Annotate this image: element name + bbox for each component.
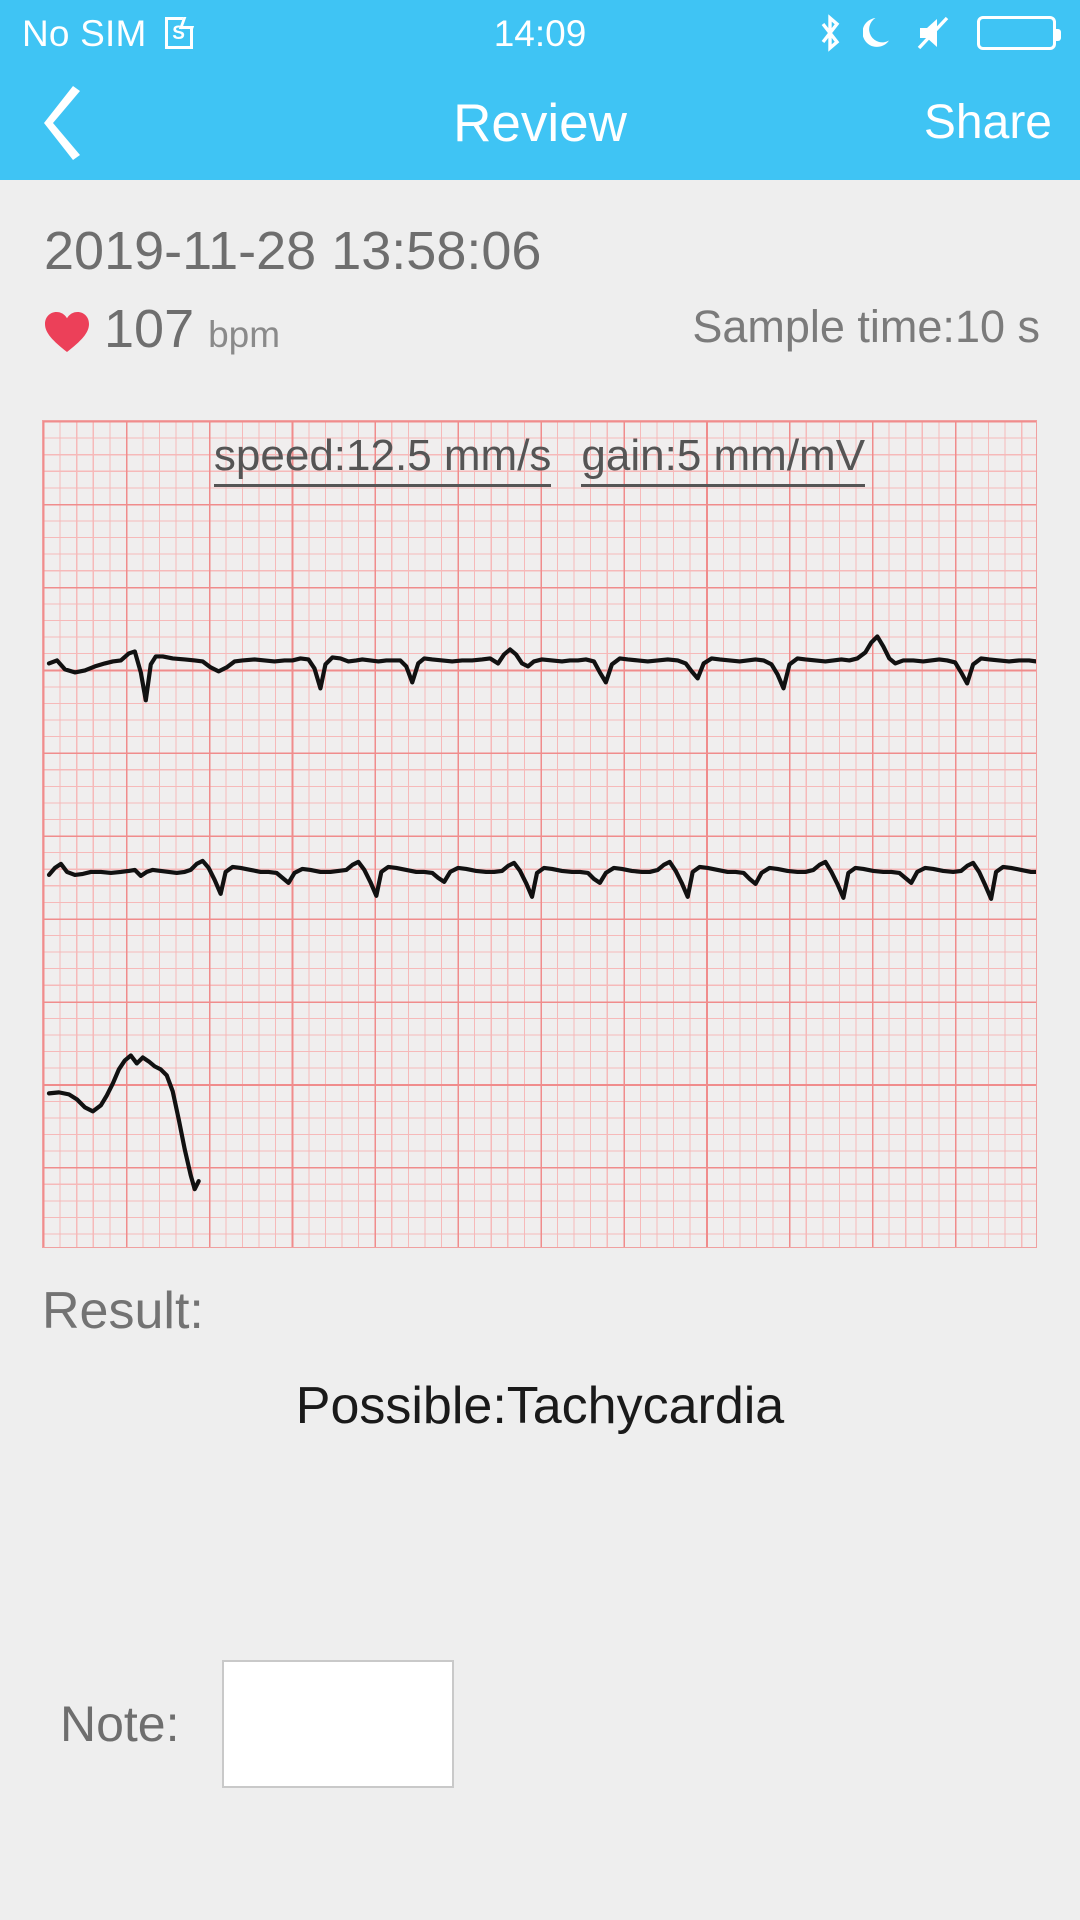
bluetooth-icon — [819, 14, 841, 52]
heart-icon — [44, 311, 90, 353]
ecg-chart[interactable]: speed:12.5 mm/s gain:5 mm/mV — [42, 420, 1037, 1248]
status-bar-clock: 14:09 — [493, 12, 587, 54]
share-button[interactable]: Share — [924, 99, 1052, 147]
nav-bar: Review Share — [0, 66, 1080, 180]
do-not-disturb-icon — [862, 16, 895, 50]
status-bar-right — [720, 14, 1080, 52]
page-title: Review — [453, 93, 627, 153]
mute-icon — [917, 16, 955, 50]
status-bar-left: No SIM S — [0, 15, 360, 52]
sim-card-icon-letter: S — [172, 22, 185, 44]
note-label: Note: — [60, 1696, 180, 1752]
metrics-row: 107 bpm Sample time:10 s — [44, 302, 1040, 358]
note-input[interactable] — [221, 1660, 454, 1788]
sim-card-icon: S — [164, 17, 193, 49]
status-bar: No SIM S 14:09 — [0, 0, 1080, 66]
record-timestamp: 2019-11-28 13:58:06 — [44, 221, 542, 281]
heart-rate-group: 107 bpm — [44, 302, 280, 356]
result-label: Result: — [42, 1282, 204, 1340]
review-content: 2019-11-28 13:58:06 107 bpm Sample time:… — [0, 180, 1080, 1920]
result-value: Possible:Tachycardia — [295, 1377, 785, 1435]
battery-icon — [977, 16, 1061, 50]
heart-rate-value: 107 — [104, 299, 195, 359]
ecg-traces — [43, 421, 1036, 1247]
carrier-label: No SIM — [22, 12, 147, 54]
note-row: Note: — [60, 1660, 454, 1788]
sample-time-label: Sample time:10 s — [692, 301, 1040, 352]
heart-rate-unit: bpm — [208, 314, 281, 355]
